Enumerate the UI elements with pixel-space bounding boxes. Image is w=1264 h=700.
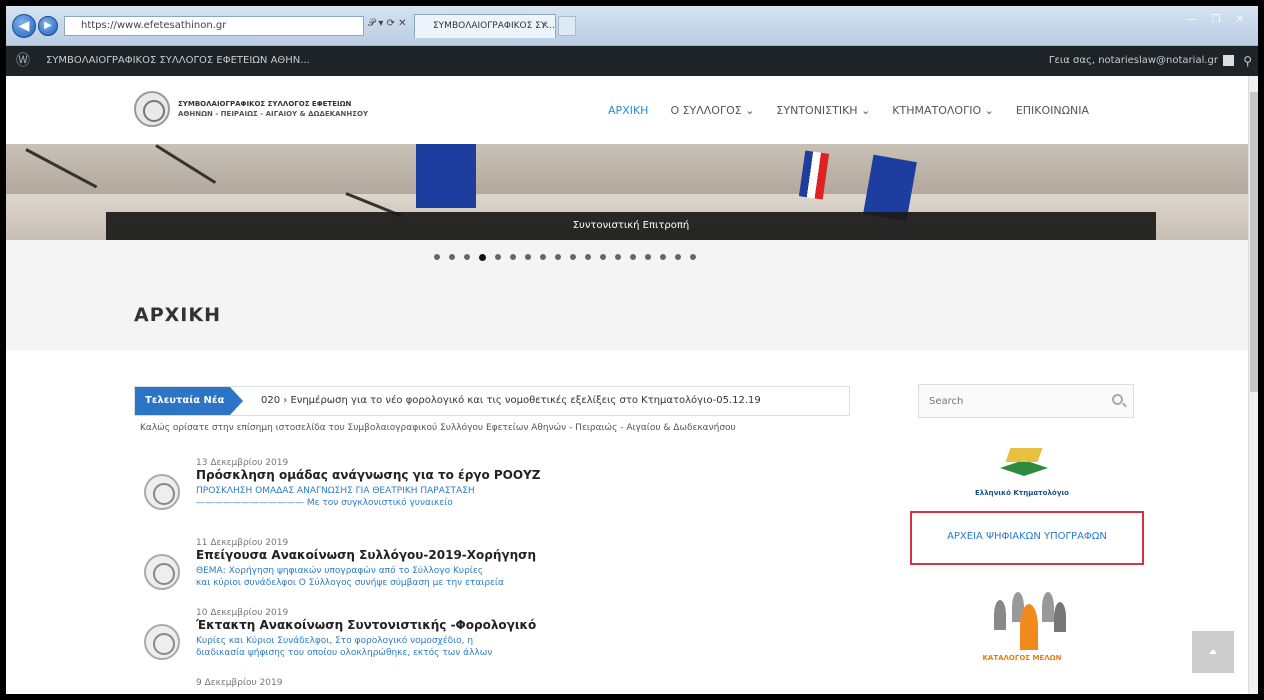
slider-dot[interactable] [540,254,546,260]
slider-dot[interactable] [495,254,501,260]
cadastre-logo-icon[interactable] [996,448,1052,488]
fr-flag-image [798,150,830,200]
slide-mic-image [155,144,217,184]
list-item: 9 Δεκεμβρίου 2019 [144,678,604,694]
post-seal-icon [144,624,180,660]
slider-dot[interactable] [690,254,696,260]
post-date: 9 Δεκεμβρίου 2019 [196,678,283,688]
person-figure [994,600,1006,630]
main-menu: ΑΡΧΙΚΗ Ο ΣΥΛΛΟΓΟΣ ⌄ ΣΥΝΤΟΝΙΣΤΙΚΗ ⌄ ΚΤΗΜΑ… [608,104,1089,117]
post-title[interactable]: Επείγουσα Ανακοίνωση Συλλόγου-2019-Χορήγ… [196,548,536,562]
post-excerpt[interactable]: και κύριοι συνάδελφοι Ο Σύλλογος συνήψε … [196,578,504,588]
logo-seal-icon[interactable] [134,91,170,127]
avatar[interactable] [1223,55,1234,66]
logo-line-2[interactable]: ΑΘΗΝΩΝ - ΠΕΙΡΑΙΩΣ - ΑΙΓΑΙΟΥ & ΔΩΔΕΚΑΝΗΣΟ… [178,110,368,118]
slide-mic-image [25,148,98,189]
post-excerpt[interactable]: Κυρίες και Κύριοι Συνάδελφοι, Στο φορολο… [196,636,473,646]
slider-dot[interactable] [630,254,636,260]
forward-arrow-icon[interactable]: ▶ [38,16,58,36]
cadastre-label[interactable]: Ελληνικό Κτηματολόγιο [950,489,1094,497]
slider-dot[interactable] [464,254,470,260]
browser-window: ◀ ▶ https://www.efetesathinon.gr 𝒫 ▾ ⟳ ✕… [6,6,1258,694]
slider-dot[interactable] [525,254,531,260]
browser-toolbar: ◀ ▶ https://www.efetesathinon.gr 𝒫 ▾ ⟳ ✕… [6,6,1258,46]
menu-item-contact[interactable]: ΕΠΙΚΟΙΝΩΝΙΑ [1016,104,1089,117]
members-catalog-label[interactable]: ΚΑΤΑΛΟΓΟΣ ΜΕΛΩΝ [950,654,1094,662]
admin-search-icon[interactable]: ⚲ [1243,46,1252,76]
slide-caption: Συντονιστική Επιτροπή [106,212,1156,240]
new-tab-button[interactable] [558,16,576,36]
slider-dot[interactable] [449,254,455,260]
page-scrollbar[interactable] [1248,76,1258,694]
list-item: 11 Δεκεμβρίου 2019 Επείγουσα Ανακοίνωση … [144,538,604,608]
post-excerpt[interactable]: διαδικασία ψήφισης του οποίου ολοκληρώθη… [196,648,492,658]
ticker-label: Τελευταία Νέα [135,387,243,415]
slider-dot[interactable] [645,254,651,260]
welcome-text: Καλώς ορίσατε στην επίσημη ιστοσελίδα το… [140,423,736,433]
cadastre-logo-base [1000,460,1048,476]
post-excerpt[interactable]: ———————————— Με τον συγκλονιστικό γυναικ… [196,498,453,508]
slider-dot[interactable] [615,254,621,260]
person-figure [1042,592,1054,622]
slider-dot[interactable] [675,254,681,260]
slider-dot[interactable] [585,254,591,260]
close-tab-icon[interactable]: × [541,15,549,37]
post-title[interactable]: Πρόσκληση ομάδας ανάγνωσης για το έργο Ρ… [196,468,540,482]
sidebar-search [918,384,1134,418]
search-icon[interactable] [1112,394,1123,405]
ticker-link[interactable]: 020 › Ενημέρωση για το νέο φορολογικό κα… [261,387,761,415]
slider-dot[interactable] [434,254,440,260]
slider-dot[interactable] [479,254,486,261]
signatures-highlight-box: ΑΡΧΕΙΑ ΨΗΦΙΑΚΩΝ ΥΠΟΓΡΑΦΩΝ [910,511,1144,565]
menu-item-coordinating[interactable]: ΣΥΝΤΟΝΙΣΤΙΚΗ ⌄ [776,104,870,117]
post-excerpt[interactable]: ΠΡΟΣΚΛΗΣΗ ΟΜΑΔΑΣ ΑΝΑΓΝΩΣΗΣ ΓΙΑ ΘΕΑΤΡΙΚΗ … [196,486,475,496]
wp-admin-bar: Ⓦ ΣΥΜΒΟΛΑΙΟΓΡΑΦΙΚΟΣ ΣΥΛΛΟΓΟΣ ΕΦΕΤΕΙΩΝ ΑΘ… [6,46,1258,76]
window-controls[interactable]: — ❐ ✕ [1186,14,1250,25]
post-title[interactable]: Έκτακτη Ανακοίνωση Συντονιστικής -Φορολο… [196,618,536,632]
menu-item-home[interactable]: ΑΡΧΙΚΗ [608,104,648,117]
address-bar[interactable]: https://www.efetesathinon.gr [64,16,364,36]
page-title: ΑΡΧΙΚΗ [134,304,221,326]
wordpress-icon[interactable]: Ⓦ [16,46,30,76]
cadastre-logo-top [1005,448,1043,462]
back-to-top-button[interactable] [1192,631,1234,673]
slider-dot[interactable] [600,254,606,260]
back-arrow-icon[interactable]: ◀ [12,14,36,38]
list-item: 13 Δεκεμβρίου 2019 Πρόσκληση ομάδας ανάγ… [144,458,604,528]
hero-slider[interactable]: Συντονιστική Επιτροπή [6,144,1258,240]
admin-greeting-link[interactable]: Γεια σας, notarieslaw@notarial.gr [1049,46,1218,76]
slider-dot[interactable] [660,254,666,260]
post-date: 13 Δεκεμβρίου 2019 [196,458,289,468]
logo-line-1[interactable]: ΣΥΜΒΟΛΑΙΟΓΡΑΦΙΚΟΣ ΣΥΛΛΟΓΟΣ ΕΦΕΤΕΙΩΝ [178,100,351,108]
person-figure [1054,602,1066,632]
post-seal-icon [144,474,180,510]
menu-item-association[interactable]: Ο ΣΥΛΛΟΓΟΣ ⌄ [670,104,754,117]
members-people-icon[interactable] [990,588,1070,652]
slider-dot[interactable] [510,254,516,260]
slider-dot[interactable] [555,254,561,260]
post-date: 11 Δεκεμβρίου 2019 [196,538,289,548]
list-item: 10 Δεκεμβρίου 2019 Έκτακτη Ανακοίνωση Συ… [144,608,604,678]
tab-title: ΣΥΜΒΟΛΑΙΟΓΡΑΦΙΚΟΣ ΣΥ... [433,21,555,31]
person-figure [1020,604,1038,650]
scrollbar-thumb[interactable] [1250,92,1258,392]
search-input[interactable] [919,385,1109,417]
eu-flag-image [416,144,476,208]
slider-dots [434,254,696,261]
post-date: 10 Δεκεμβρίου 2019 [196,608,289,618]
post-seal-icon [144,554,180,590]
slider-dot[interactable] [570,254,576,260]
site-header: ΣΥΜΒΟΛΑΙΟΓΡΑΦΙΚΟΣ ΣΥΛΛΟΓΟΣ ΕΦΕΤΕΙΩΝ ΑΘΗΝ… [6,76,1258,144]
menu-item-cadastre[interactable]: ΚΤΗΜΑΤΟΛΟΓΙΟ ⌄ [892,104,994,117]
digital-signatures-link[interactable]: ΑΡΧΕΙΑ ΨΗΦΙΑΚΩΝ ΥΠΟΓΡΑΦΩΝ [912,531,1142,542]
address-tools[interactable]: 𝒫 ▾ ⟳ ✕ [368,18,407,29]
admin-site-link[interactable]: ΣΥΜΒΟΛΑΙΟΓΡΑΦΙΚΟΣ ΣΥΛΛΟΓΟΣ ΕΦΕΤΕΙΩΝ ΑΘΗΝ… [46,46,310,76]
tab-active[interactable]: ΣΥΜΒΟΛΑΙΟΓΡΑΦΙΚΟΣ ΣΥ... × [414,14,556,38]
news-ticker: Τελευταία Νέα 020 › Ενημέρωση για το νέο… [134,386,850,416]
post-excerpt[interactable]: ΘΕΜΑ: Χορήγηση ψηφιακών υπογραφών από το… [196,566,483,576]
